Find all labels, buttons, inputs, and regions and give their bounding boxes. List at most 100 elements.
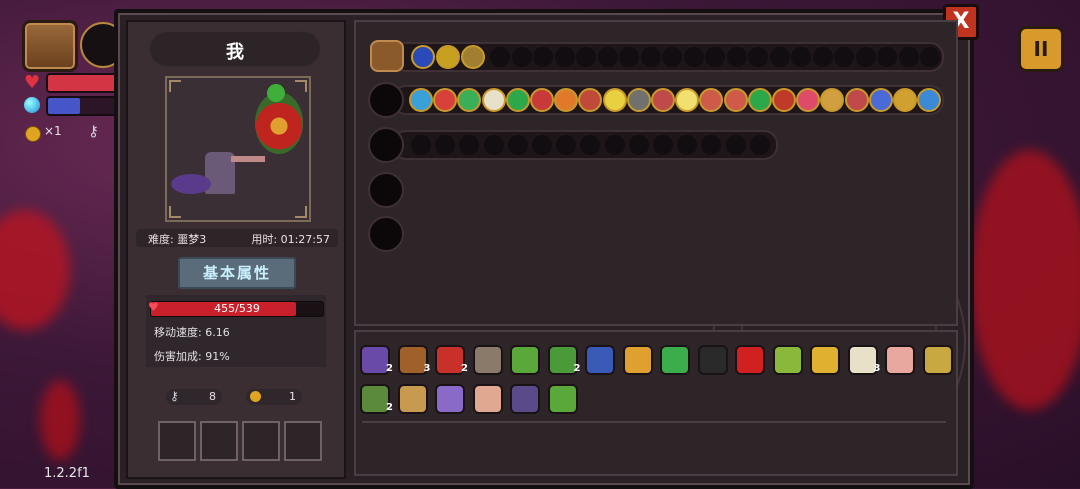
empty-item-slot: [619, 47, 639, 67]
meat-pie-icon[interactable]: [472, 384, 503, 414]
empty-item-slot: [532, 135, 552, 155]
wand-icon[interactable]: [368, 127, 404, 163]
white-star-icon[interactable]: [602, 88, 627, 112]
equip-slot[interactable]: [158, 421, 196, 461]
skull-bowl-icon[interactable]: [472, 345, 503, 375]
blood-splatter: [0, 210, 70, 330]
chest-icon[interactable]: [22, 20, 78, 72]
key-counter: ⚷ 8: [166, 389, 222, 405]
blue-arrow-icon[interactable]: [411, 45, 435, 69]
pause-button[interactable]: II: [1018, 26, 1064, 72]
sprout-icon[interactable]: [547, 384, 578, 414]
rock-icon[interactable]: [626, 88, 651, 112]
empty-item-slot: [640, 47, 661, 67]
blue-star-icon[interactable]: [868, 88, 893, 112]
time-label: 用时: 01:27:57: [251, 233, 330, 246]
key-icon: ⚷: [170, 389, 179, 403]
tombstone-icon[interactable]: [697, 345, 728, 375]
mana-bar: [46, 96, 120, 116]
sparkle-icon[interactable]: [675, 88, 700, 112]
equip-slot[interactable]: [242, 421, 280, 461]
coin-count: 1: [289, 390, 296, 403]
red-claw-icon[interactable]: [772, 88, 796, 112]
empty-item-slot: [490, 47, 510, 67]
health-bar: [46, 73, 120, 93]
empty-item-slot: [554, 47, 575, 67]
amulet-icon[interactable]: [397, 384, 428, 414]
hp-bar: 455/539 ♥: [148, 300, 324, 317]
mana-icon: [24, 97, 40, 113]
item-count: 2: [386, 402, 393, 413]
empty-item-slot: [791, 47, 811, 67]
green-slime-icon[interactable]: [510, 345, 540, 375]
coin-icon: [250, 391, 261, 402]
empty-item-slot: [726, 47, 747, 67]
gem-ring-icon[interactable]: [922, 345, 953, 375]
pink-fish-icon[interactable]: [885, 345, 915, 375]
green-horn-icon[interactable]: [772, 345, 803, 375]
gold-lattice-icon[interactable]: [436, 45, 460, 69]
green-swirl-icon[interactable]: [505, 88, 530, 112]
empty-item-slot: [653, 135, 673, 155]
coin-counter: 1: [246, 389, 302, 405]
blue-scroll-icon[interactable]: [585, 345, 615, 375]
empty-item-slot: [507, 135, 528, 155]
red-eye-icon[interactable]: [735, 345, 765, 375]
empty-item-slot: [855, 47, 876, 67]
empty-item-slot: [597, 47, 618, 67]
move-speed-stat: 移动速度: 6.16: [154, 326, 230, 339]
difficulty-label: 难度: 噩梦3: [148, 233, 207, 246]
empty-item-slot: [920, 47, 940, 67]
clover-icon: [267, 84, 285, 102]
gold-talisman-icon[interactable]: [622, 345, 653, 375]
purple-bag-icon[interactable]: [510, 384, 540, 414]
item-count: 2: [386, 363, 393, 374]
blue-bubble-icon[interactable]: [409, 88, 433, 112]
red-spark-icon[interactable]: [433, 88, 458, 112]
orange-splat-icon[interactable]: [554, 88, 579, 112]
pause-icon: II: [1033, 37, 1049, 61]
stats-title[interactable]: 基本属性: [178, 257, 296, 289]
empty-item-slot: [411, 135, 431, 155]
equip-slot[interactable]: [284, 421, 322, 461]
empty-item-slot: [576, 47, 596, 67]
coin-icon: [25, 126, 41, 142]
egg-icon[interactable]: [481, 88, 506, 112]
staff-icon[interactable]: [368, 82, 404, 118]
empty-weapon-slot[interactable]: [368, 216, 404, 252]
blood-splatter: [40, 380, 80, 460]
green-swirl-icon[interactable]: [747, 88, 772, 112]
empty-item-slot: [604, 135, 625, 155]
character-portrait: [165, 76, 311, 222]
key-count: 8: [209, 390, 216, 403]
key-icon: ⚷: [88, 122, 99, 140]
red-pot-icon[interactable]: [651, 88, 675, 112]
gold-cross-icon[interactable]: [893, 88, 917, 112]
run-info-row: 难度: 噩梦3 用时: 01:27:57: [136, 229, 338, 247]
hp-text: 455/539: [214, 302, 260, 315]
gold-crown-icon[interactable]: [810, 345, 840, 375]
hero-cloak-icon: [171, 174, 211, 194]
empty-item-slot: [769, 47, 790, 67]
red-pot-icon[interactable]: [844, 88, 869, 112]
item-count: 2: [461, 363, 468, 374]
red-meat-icon[interactable]: [723, 88, 748, 112]
empty-item-slot: [748, 47, 768, 67]
empty-item-slot: [749, 135, 770, 155]
gold-ring-icon[interactable]: [461, 45, 485, 69]
item-count: 3: [423, 363, 431, 374]
feather-pen-icon[interactable]: [435, 384, 465, 414]
equip-slot[interactable]: [200, 421, 238, 461]
empty-item-slot: [725, 135, 746, 155]
pink-eye-icon[interactable]: [796, 88, 821, 112]
clover-icon[interactable]: [660, 345, 690, 375]
damage-bonus-stat: 伤害加成: 91%: [154, 350, 230, 363]
chest-icon[interactable]: [370, 40, 404, 72]
empty-item-slot: [834, 47, 854, 67]
empty-weapon-slot[interactable]: [368, 172, 404, 208]
empty-item-slot: [898, 47, 919, 67]
blue-arrow-icon[interactable]: [917, 88, 942, 112]
red-goblet-icon[interactable]: [530, 88, 554, 112]
empty-item-slot: [877, 47, 897, 67]
item-count: 2: [573, 363, 581, 374]
